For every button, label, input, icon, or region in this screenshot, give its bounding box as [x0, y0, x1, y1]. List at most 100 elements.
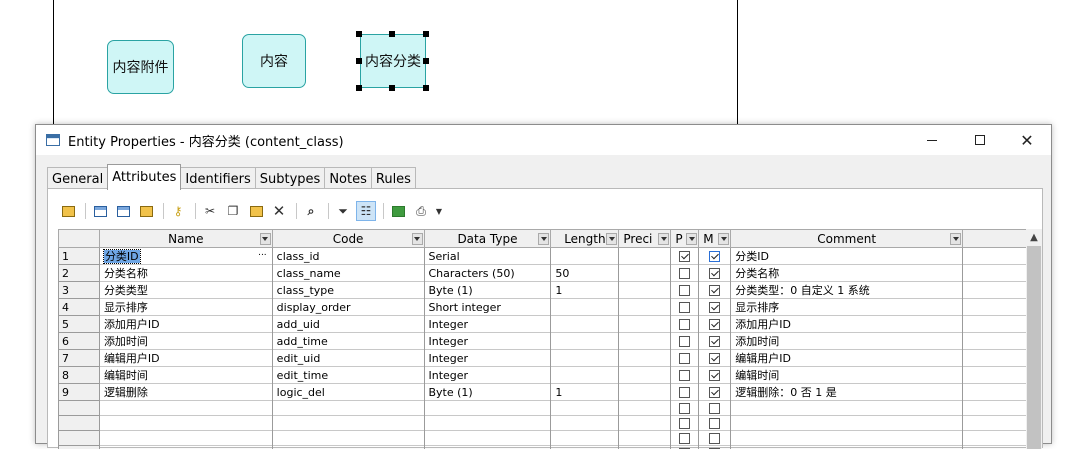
cell-comment[interactable]: 添加时间 [731, 333, 963, 350]
cell-data-type[interactable] [424, 431, 551, 446]
cell-primary-checkbox[interactable] [671, 367, 699, 384]
mandatory-checkbox[interactable] [709, 302, 720, 313]
cell-code[interactable] [272, 446, 424, 449]
attributes-grid[interactable]: Name Code Data Type Length Preci P M Com… [58, 229, 1028, 449]
column-header-primary[interactable]: P [671, 230, 699, 248]
cell-comment[interactable]: 分类类型：0 自定义 1 系统 [731, 282, 963, 299]
table-row[interactable]: 5添加用户IDadd_uidInteger添加用户ID [59, 316, 1028, 333]
table-row[interactable] [59, 446, 1028, 449]
table-row[interactable]: 3分类类型class_typeByte (1)1分类类型：0 自定义 1 系统 [59, 282, 1028, 299]
customize-columns-button[interactable]: ☷ [356, 201, 376, 221]
cell-empty[interactable] [963, 316, 1028, 333]
resize-handle[interactable] [423, 85, 429, 91]
excel-export-button[interactable] [388, 201, 408, 221]
cell-empty[interactable] [963, 299, 1028, 316]
cell-mandatory-checkbox[interactable] [699, 316, 731, 333]
cell-name[interactable]: 分类ID... [99, 248, 272, 265]
copy-button[interactable]: ❐ [223, 201, 243, 221]
paste-button[interactable] [246, 201, 266, 221]
column-header-mandatory[interactable]: M [699, 230, 731, 248]
column-header-comment[interactable]: Comment [731, 230, 963, 248]
resize-handle[interactable] [389, 31, 395, 37]
row-number[interactable]: 2 [59, 265, 100, 282]
close-button[interactable]: ✕ [1004, 125, 1050, 155]
row-number[interactable]: 3 [59, 282, 100, 299]
cell-comment[interactable]: 分类ID [731, 248, 963, 265]
column-header-code[interactable]: Code [272, 230, 424, 248]
mandatory-checkbox[interactable] [709, 353, 720, 364]
cell-primary-checkbox[interactable] [671, 333, 699, 350]
cell-mandatory-checkbox[interactable] [699, 333, 731, 350]
cell-code[interactable]: add_uid [272, 316, 424, 333]
cell-precision[interactable] [619, 265, 671, 282]
table-row[interactable]: 2分类名称class_nameCharacters (50)50分类名称 [59, 265, 1028, 282]
column-header-data-type[interactable]: Data Type [424, 230, 551, 248]
row-number[interactable]: 8 [59, 367, 100, 384]
cell-precision[interactable] [619, 248, 671, 265]
cell-data-type[interactable]: Serial [424, 248, 551, 265]
column-header-name[interactable]: Name [99, 230, 272, 248]
properties-button[interactable] [58, 201, 78, 221]
cell-empty[interactable] [963, 431, 1028, 446]
cell-primary-checkbox[interactable] [671, 282, 699, 299]
row-number[interactable] [59, 401, 100, 416]
cell-data-type[interactable] [424, 416, 551, 431]
find-button[interactable]: ⌕ [301, 201, 321, 221]
cell-empty[interactable] [963, 401, 1028, 416]
table-row[interactable] [59, 431, 1028, 446]
resize-handle[interactable] [389, 85, 395, 91]
table-row[interactable] [59, 416, 1028, 431]
cell-precision[interactable] [619, 431, 671, 446]
tab-identifiers[interactable]: Identifiers [180, 167, 255, 190]
tab-subtypes[interactable]: Subtypes [255, 167, 326, 190]
cell-precision[interactable] [619, 446, 671, 449]
cell-primary-checkbox[interactable] [671, 299, 699, 316]
cell-length[interactable]: 1 [551, 282, 619, 299]
cell-code[interactable]: class_type [272, 282, 424, 299]
table-row[interactable]: 1分类ID...class_idSerial分类ID [59, 248, 1028, 265]
cell-data-type[interactable]: Byte (1) [424, 384, 551, 401]
mandatory-checkbox[interactable] [709, 251, 720, 262]
cell-comment[interactable] [731, 401, 963, 416]
resize-handle[interactable] [356, 31, 362, 37]
cell-name[interactable]: 添加时间 [99, 333, 272, 350]
cell-comment[interactable]: 添加用户ID [731, 316, 963, 333]
table-row[interactable]: 8编辑时间edit_timeInteger编辑时间 [59, 367, 1028, 384]
column-header-precision[interactable]: Preci [619, 230, 671, 248]
primary-checkbox[interactable] [679, 418, 690, 429]
cell-code[interactable]: add_time [272, 333, 424, 350]
cell-data-type[interactable]: Short integer [424, 299, 551, 316]
cell-comment[interactable] [731, 416, 963, 431]
resize-handle[interactable] [423, 58, 429, 64]
cell-length[interactable] [551, 416, 619, 431]
cell-empty[interactable] [963, 333, 1028, 350]
cell-comment[interactable]: 逻辑删除：0 否 1 是 [731, 384, 963, 401]
cell-primary-checkbox[interactable] [671, 401, 699, 416]
cell-length[interactable] [551, 431, 619, 446]
delete-button[interactable]: ✕ [269, 201, 289, 221]
cell-data-type[interactable] [424, 401, 551, 416]
cell-mandatory-checkbox[interactable] [699, 384, 731, 401]
cell-name[interactable]: 逻辑删除 [99, 384, 272, 401]
mandatory-checkbox[interactable] [709, 268, 720, 279]
filter-dropdown-icon[interactable] [538, 233, 549, 245]
title-bar[interactable]: Entity Properties - 内容分类 (content_class)… [36, 125, 1051, 155]
cell-data-type[interactable]: Byte (1) [424, 282, 551, 299]
cell-name[interactable] [99, 431, 272, 446]
row-number[interactable]: 9 [59, 384, 100, 401]
cell-primary-checkbox[interactable] [671, 446, 699, 449]
cell-mandatory-checkbox[interactable] [699, 282, 731, 299]
tab-general[interactable]: General [47, 167, 108, 190]
cell-primary-checkbox[interactable] [671, 384, 699, 401]
mandatory-checkbox[interactable] [709, 387, 720, 398]
add-row-button[interactable] [113, 201, 133, 221]
print-dropdown-button[interactable]: ▼ [434, 201, 444, 221]
cell-length[interactable] [551, 316, 619, 333]
ellipsis-button[interactable]: ... [258, 248, 267, 258]
cell-name[interactable]: 编辑用户ID [99, 350, 272, 367]
cell-mandatory-checkbox[interactable] [699, 401, 731, 416]
resize-handle[interactable] [356, 85, 362, 91]
cell-mandatory-checkbox[interactable] [699, 265, 731, 282]
entity-content-attachment[interactable]: 内容附件 [107, 40, 174, 94]
mandatory-checkbox[interactable] [709, 370, 720, 381]
